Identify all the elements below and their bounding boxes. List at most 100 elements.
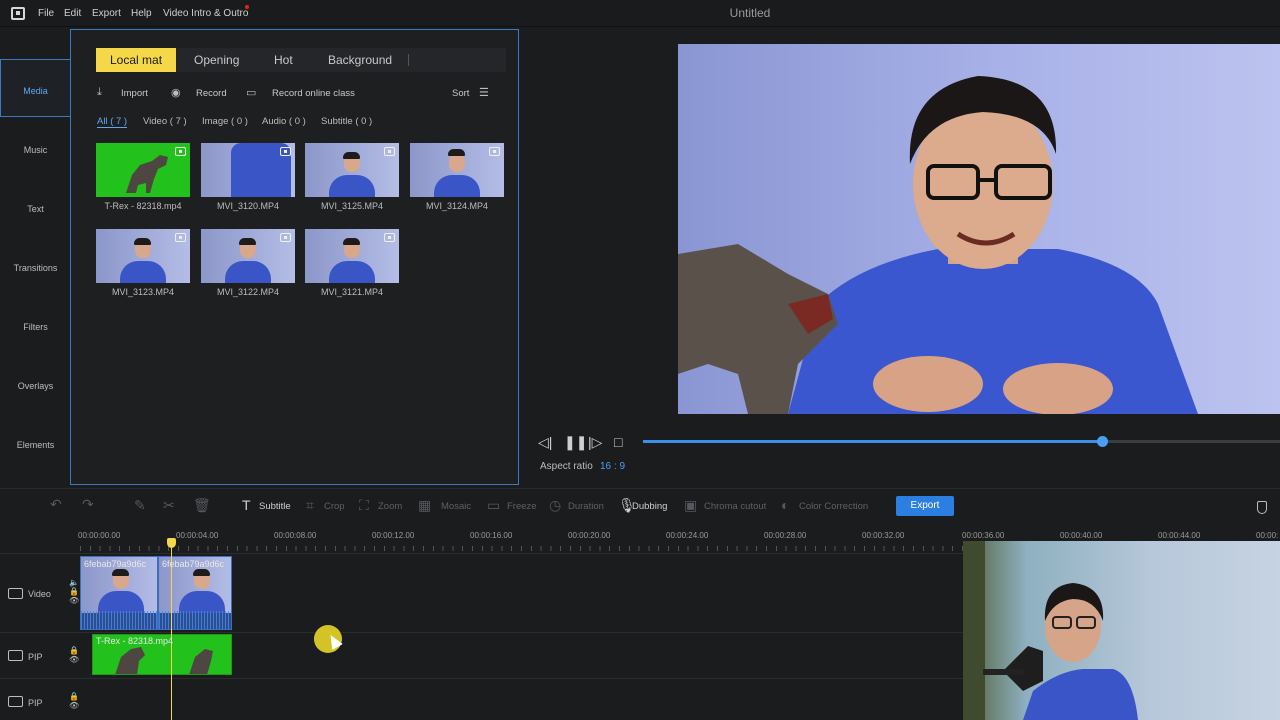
undo-icon[interactable]: ↶ [50, 496, 62, 513]
sidebar-item-overlays[interactable]: Overlays [0, 381, 71, 391]
crop-button[interactable]: Crop [324, 501, 345, 512]
media-filename: MVI_3125.MP4 [320, 201, 384, 211]
media-filename: MVI_3122.MP4 [216, 287, 280, 297]
pip-clip[interactable]: T-Rex - 82318.mp4 [92, 634, 232, 675]
video-type-icon [175, 147, 186, 156]
trash-icon[interactable]: 🗑 [193, 497, 211, 514]
sort-list-icon[interactable]: ☰ [479, 86, 489, 99]
step-back-icon[interactable]: ◁| [538, 434, 552, 451]
tick-label: 00:00:24.00 [666, 531, 709, 540]
webcam-overlay [963, 541, 1280, 720]
record-online-icon[interactable]: ▭ [246, 86, 256, 99]
tab-background[interactable]: Background [314, 48, 406, 72]
zoom-icon[interactable]: ⛶ [359, 497, 369, 514]
pencil-icon[interactable]: ✎ [134, 497, 146, 514]
media-thumbnail-mvi3121[interactable] [305, 229, 399, 283]
redo-icon[interactable]: ↷ [82, 496, 94, 513]
window-title: Untitled [729, 6, 771, 20]
filter-all[interactable]: All ( 7 ) [97, 116, 128, 128]
clip-title: 6febab79a9d6c [162, 559, 225, 569]
stop-icon[interactable]: □ [614, 434, 622, 450]
video-preview[interactable] [678, 44, 1280, 414]
menu-bar: File Edit Export Help Video Intro & Outr… [0, 0, 1280, 27]
track-controls[interactable]: 🔈 🔒 👁 [69, 578, 79, 605]
tick-label: 00:00:16.00 [470, 531, 513, 540]
track-label-pip: PIP [28, 652, 43, 662]
sidebar-item-music[interactable]: Music [0, 145, 71, 155]
clip-title: T-Rex - 82318.mp4 [96, 636, 174, 646]
mosaic-icon[interactable]: ▦ [418, 497, 431, 514]
sidebar-item-text[interactable]: Text [0, 204, 71, 214]
subtitle-button[interactable]: Subtitle [259, 501, 291, 512]
edit-toolbar: ↶ ↷ ✎ ✂ 🗑 T Subtitle ⌗ Crop ⛶ Zoom ▦ Mos… [0, 488, 1280, 524]
sidebar-item-filters[interactable]: Filters [0, 322, 71, 332]
tab-hot[interactable]: Hot [260, 48, 307, 72]
media-filename: MVI_3121.MP4 [320, 287, 384, 297]
playback-progress-knob[interactable] [1097, 436, 1108, 447]
sidebar-item-transitions[interactable]: Transitions [0, 263, 71, 273]
duration-button[interactable]: Duration [568, 501, 604, 512]
audio-waveform [159, 611, 231, 629]
freeze-button[interactable]: Freeze [507, 501, 537, 512]
tick-label: 00:00:12.00 [372, 531, 415, 540]
chroma-cutout-button[interactable]: Chroma cutout [704, 501, 766, 512]
dubbing-button[interactable]: Dubbing [632, 501, 667, 512]
tab-local-mat[interactable]: Local mat [96, 48, 177, 72]
pause-icon[interactable]: ❚❚ [564, 434, 587, 451]
audio-waveform [81, 611, 157, 629]
sort-button[interactable]: Sort [452, 88, 469, 99]
tab-opening[interactable]: Opening [180, 48, 253, 72]
tick-label: 00:00:44.00 [1158, 531, 1201, 540]
media-filename: MVI_3124.MP4 [425, 201, 489, 211]
record-icon[interactable]: ◉ [171, 86, 181, 99]
media-thumbnail-trex[interactable] [96, 143, 190, 197]
scissors-icon[interactable]: ✂ [163, 497, 175, 514]
video-clip[interactable]: 6febab79a9d6c [80, 556, 158, 630]
video-type-icon [175, 233, 186, 242]
video-type-icon [280, 147, 291, 156]
media-thumbnail-mvi3124[interactable] [410, 143, 504, 197]
tick-label: 00:00:32.00 [862, 531, 905, 540]
media-thumbnail-mvi3122[interactable] [201, 229, 295, 283]
tab-separator [408, 54, 409, 66]
sidebar-item-media[interactable]: Media [0, 86, 71, 96]
crop-icon[interactable]: ⌗ [306, 497, 314, 514]
duration-icon[interactable]: ◷ [549, 497, 561, 514]
filter-image[interactable]: Image ( 0 ) [202, 116, 248, 127]
color-correction-button[interactable]: Color Correction [799, 501, 868, 512]
tick-label: 00:00:40.00 [1060, 531, 1103, 540]
tick-label: 00:00:20.00 [568, 531, 611, 540]
color-correction-icon[interactable]: ◐ [781, 497, 789, 513]
export-button[interactable]: Export [896, 496, 954, 516]
record-online-class-button[interactable]: Record online class [272, 88, 355, 99]
import-icon[interactable]: ⤓ [97, 86, 102, 99]
chroma-cutout-icon[interactable]: ▣ [684, 497, 697, 514]
filter-video[interactable]: Video ( 7 ) [143, 116, 187, 127]
tick-label: 00:00:04.00 [176, 531, 219, 540]
record-button[interactable]: Record [196, 88, 227, 99]
subtitle-icon[interactable]: T [242, 497, 251, 513]
filter-audio[interactable]: Audio ( 0 ) [262, 116, 306, 127]
import-button[interactable]: Import [121, 88, 148, 99]
aspect-ratio-label: Aspect ratio [540, 461, 593, 472]
aspect-ratio-value[interactable]: 16 : 9 [600, 461, 625, 472]
freeze-icon[interactable]: ▭ [487, 497, 500, 514]
media-thumbnail-mvi3120[interactable] [201, 143, 295, 197]
media-thumbnail-mvi3125[interactable] [305, 143, 399, 197]
video-track-icon [8, 588, 23, 599]
track-controls[interactable]: 🔒 👁 [69, 646, 79, 664]
sidebar-item-elements[interactable]: Elements [0, 440, 71, 450]
track-controls[interactable]: 🔒 👁 [69, 692, 79, 710]
media-thumbnail-mvi3123[interactable] [96, 229, 190, 283]
video-type-icon [489, 147, 500, 156]
mosaic-button[interactable]: Mosaic [441, 501, 471, 512]
video-type-icon [280, 233, 291, 242]
playhead-handle[interactable] [167, 538, 176, 548]
zoom-button[interactable]: Zoom [378, 501, 402, 512]
media-filename: MVI_3120.MP4 [216, 201, 280, 211]
marker-icon[interactable] [1257, 501, 1267, 514]
step-forward-icon[interactable]: |▷ [588, 434, 602, 451]
video-clip[interactable]: 6febab79a9d6c [158, 556, 232, 630]
filter-subtitle[interactable]: Subtitle ( 0 ) [321, 116, 372, 127]
tick-label: 00:00: [1256, 531, 1279, 540]
